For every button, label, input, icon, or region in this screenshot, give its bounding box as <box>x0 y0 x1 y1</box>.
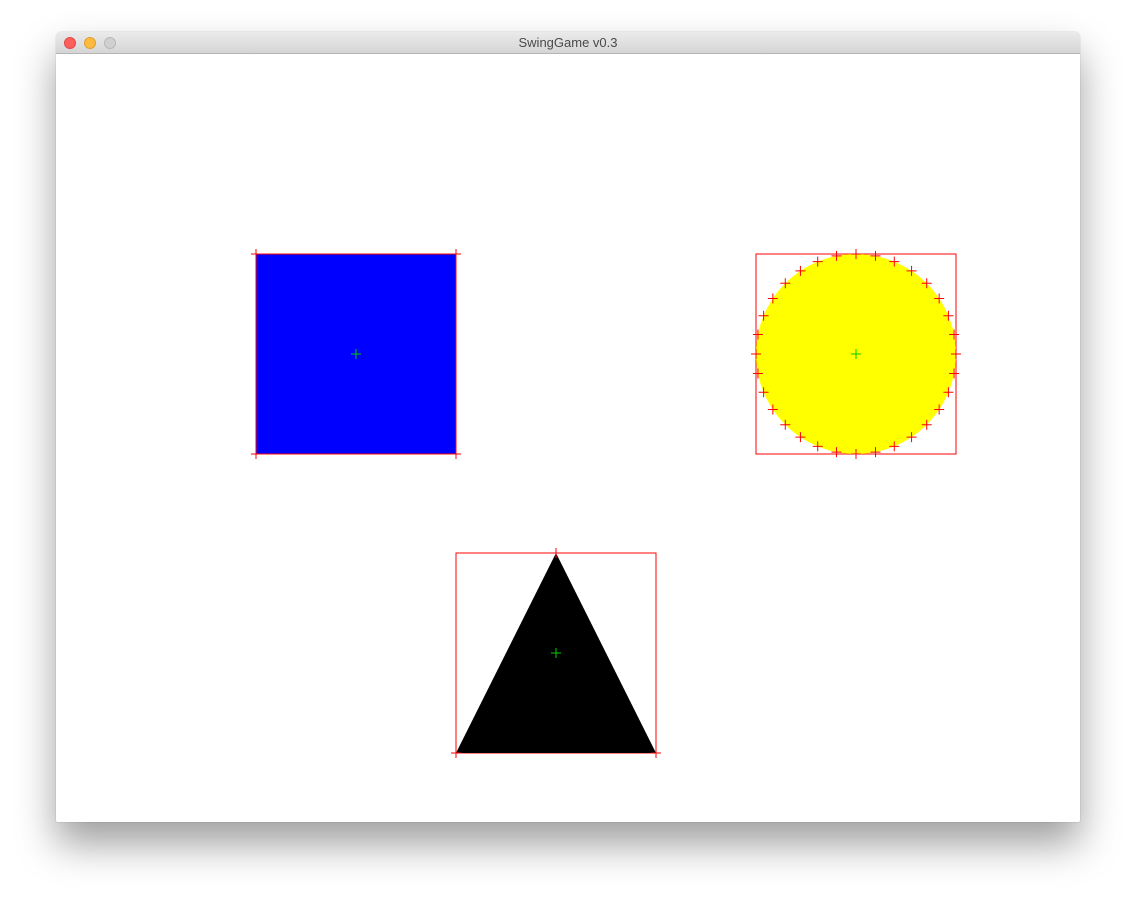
scene-svg <box>251 249 961 758</box>
window-title: SwingGame v0.3 <box>518 35 618 50</box>
game-canvas[interactable] <box>56 54 1080 822</box>
vertex-marker <box>551 548 561 558</box>
app-window: SwingGame v0.3 <box>56 32 1080 822</box>
title-bar[interactable]: SwingGame v0.3 <box>56 32 1080 54</box>
